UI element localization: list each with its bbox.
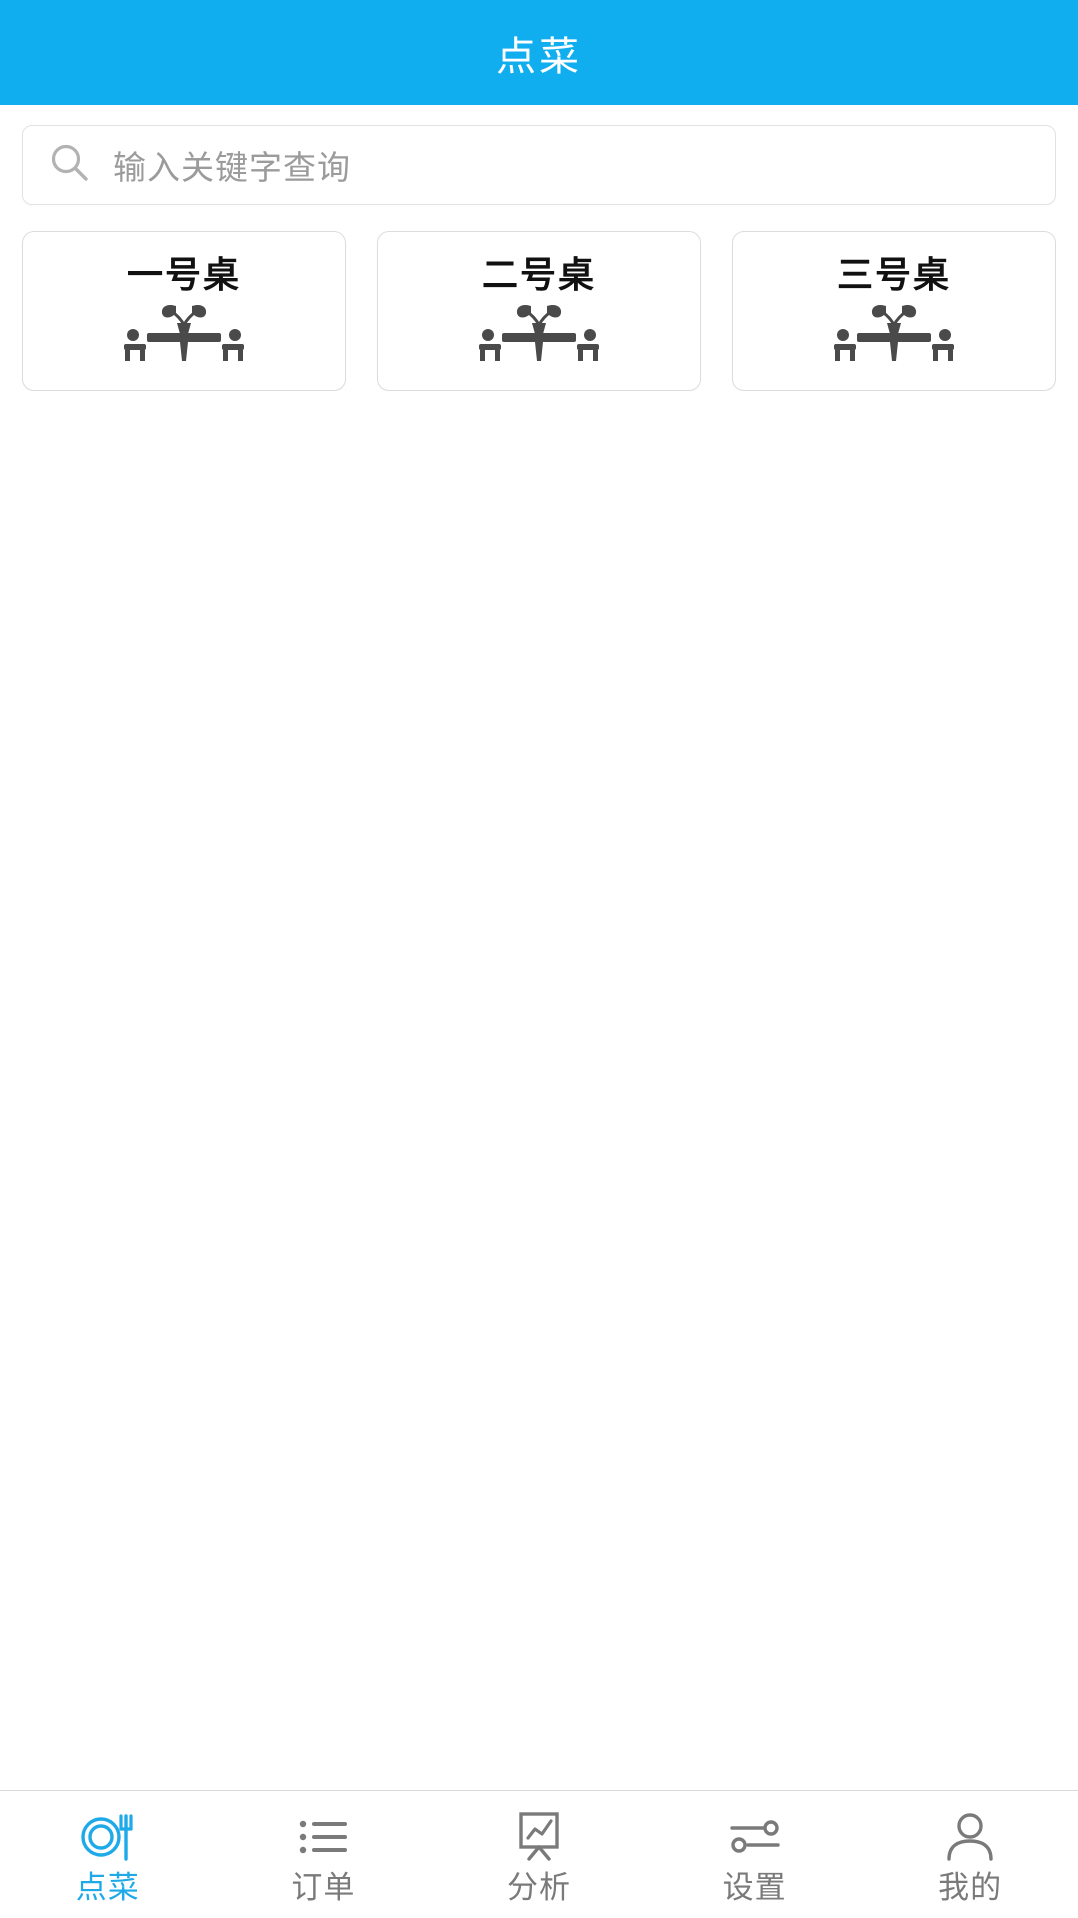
dining-table-icon [831,299,957,366]
tab-settings[interactable]: 设置 [647,1791,863,1918]
table-card-label: 一号桌 [126,253,241,295]
tab-label: 点菜 [75,1869,140,1905]
search-placeholder: 输入关键字查询 [113,149,351,186]
tab-label: 订单 [291,1869,356,1905]
table-card[interactable]: 三号桌 [732,231,1056,391]
list-icon [295,1811,351,1863]
tab-profile[interactable]: 我的 [862,1791,1078,1918]
tab-label: 分析 [506,1869,571,1905]
tab-orders[interactable]: 订单 [216,1791,432,1918]
page-title: 点菜 [496,34,582,79]
search-section: 输入关键字查询 [0,105,1078,205]
content-area [0,391,1078,1790]
tab-label: 设置 [722,1869,787,1905]
dining-table-icon [121,299,247,366]
table-card[interactable]: 二号桌 [377,231,701,391]
bottom-navigation: 点菜 订单 分析 设置 我的 [0,1790,1078,1918]
table-card-label: 三号桌 [836,253,951,295]
person-icon [942,1811,998,1863]
table-card-label: 二号桌 [481,253,596,295]
search-input[interactable]: 输入关键字查询 [22,125,1056,205]
app-screen: 点菜 输入关键字查询 一号桌 二号桌 三号桌 点菜 订单 分析 设置 我的 [0,0,1078,1918]
plate-fork-icon [80,1811,136,1863]
dining-table-icon [476,299,602,366]
tab-label: 我的 [938,1869,1003,1905]
tab-analytics[interactable]: 分析 [431,1791,647,1918]
tab-order-food[interactable]: 点菜 [0,1791,216,1918]
table-card-list: 一号桌 二号桌 三号桌 [0,205,1078,391]
chart-board-icon [511,1811,567,1863]
search-icon [49,142,91,189]
page-header: 点菜 [0,0,1078,105]
sliders-icon [727,1811,783,1863]
table-card[interactable]: 一号桌 [22,231,346,391]
